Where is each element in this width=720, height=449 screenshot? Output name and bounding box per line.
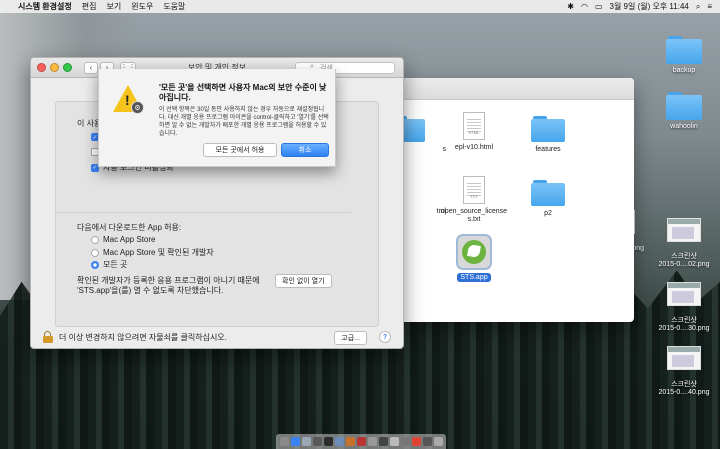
sheet-message: 이 선택 항목은 30일 동안 사용하지 않는 경우 자동으로 재설정됩니다. … (159, 107, 329, 137)
dock-app-icon[interactable] (433, 437, 443, 446)
wifi-icon[interactable]: ◠ (581, 2, 588, 11)
radio-button[interactable] (91, 248, 99, 257)
spotlight-icon[interactable]: ⌕ (696, 2, 700, 12)
dock-app-icon[interactable] (422, 437, 432, 446)
minimize-button[interactable] (50, 63, 59, 72)
battery-icon[interactable]: ▭ (595, 2, 603, 11)
dock-app-icon[interactable] (378, 437, 388, 446)
dock (276, 434, 446, 449)
close-button[interactable] (37, 63, 46, 72)
menu-app-name[interactable]: 시스템 환경설정 (18, 1, 72, 12)
text-document-icon: TXT (463, 176, 485, 204)
file-ext-label: HTML (468, 130, 480, 135)
help-button[interactable]: ? (379, 331, 391, 343)
dock-app-icon[interactable] (400, 437, 410, 446)
finder-toolbar (404, 78, 634, 100)
zoom-button[interactable] (63, 63, 72, 72)
dock-app-icon[interactable] (367, 437, 377, 446)
menu-edit[interactable]: 편집 (82, 1, 97, 12)
html-document-icon: HTML (463, 112, 485, 140)
dock-app-icon[interactable] (389, 437, 399, 446)
radio-button-selected[interactable] (91, 260, 99, 269)
radio-label: Mac App Store (103, 235, 156, 244)
chevron-left-icon: ‹ (89, 63, 93, 72)
menu-help[interactable]: 도움말 (163, 1, 185, 12)
finder-item-licenses[interactable]: TXT open_source_licenses.txt (434, 176, 514, 224)
cancel-button[interactable]: 취소 (281, 143, 329, 157)
prefs-footer: 더 이상 변경하지 않으려면 자물쇠를 클릭하십시오. 고급... ? (31, 326, 403, 348)
dock-app-icon[interactable] (312, 437, 322, 446)
bluetooth-icon[interactable]: ✱ (567, 2, 574, 11)
radio-anywhere[interactable]: 모든 곳 (91, 259, 127, 270)
desktop-screenshot-40[interactable]: 스크린샷 2015-0....40.png (648, 338, 720, 405)
desktop-icon-label: 스크린샷 2015-0....02.png (658, 253, 710, 268)
warning-icon: ! ⚙ (113, 85, 144, 114)
desktop-icon-label: 스크린샷 2015-0....30.png (658, 317, 710, 332)
image-thumbnail-icon (667, 282, 701, 306)
dock-app-icon[interactable] (345, 437, 355, 446)
desktop-folder-wahoolin[interactable]: wahoolin (648, 92, 720, 131)
folder-icon (531, 116, 565, 142)
open-anyway-button[interactable]: 확인 없이 열기 (275, 274, 332, 288)
dock-app-icon[interactable] (334, 437, 344, 446)
desktop-icon-label: backup (672, 67, 696, 74)
dock-app-icon[interactable] (290, 437, 300, 446)
finder-item-p2[interactable]: p2 (508, 180, 588, 218)
radio-mac-app-store[interactable]: Mac App Store (91, 235, 155, 244)
blocked-text-line2: 'STS.app'을(를) 열 수 없도록 차단했습니다. (77, 286, 224, 295)
finder-window[interactable]: s HTML epl-v10.html features tml TXT ope… (404, 78, 634, 322)
dock-app-icon[interactable] (301, 437, 311, 446)
menu-view[interactable]: 보기 (106, 1, 121, 12)
radio-identified-developers[interactable]: Mac App Store 및 확인된 개발자 (91, 247, 214, 258)
file-label: open_source_licenses.txt (440, 208, 508, 223)
desktop-folder-backup[interactable]: backup (648, 36, 720, 75)
gear-badge-icon: ⚙ (131, 101, 144, 114)
radio-label: 모든 곳 (103, 260, 128, 269)
lock-icon[interactable] (43, 331, 53, 343)
desktop-screenshot-30[interactable]: 스크린샷 2015-0....30.png (648, 274, 720, 341)
desktop-icon-label: wahoolin (670, 123, 698, 130)
notification-icon[interactable]: ≡ (707, 2, 712, 11)
menu-status-area: ✱ ◠ ▭ 3월 9일 (월) 오후 11:44 ⌕ ≡ (567, 1, 720, 12)
dock-app-icon[interactable] (356, 437, 366, 446)
back-button[interactable]: ‹ (84, 61, 98, 74)
radio-label: Mac App Store 및 확인된 개발자 (103, 248, 214, 257)
file-label: STS.app (457, 273, 491, 282)
folder-icon (666, 36, 702, 64)
image-thumbnail-icon (667, 346, 701, 370)
advanced-button[interactable]: 고급... (334, 331, 367, 345)
lock-text: 더 이상 변경하지 않으려면 자물쇠를 클릭하십시오. (59, 332, 227, 342)
desktop-screenshot-02[interactable]: 스크린샷 2015-0....02.png (648, 210, 720, 277)
image-thumbnail-icon (667, 218, 701, 242)
finder-item-epl[interactable]: HTML epl-v10.html (434, 112, 514, 152)
folder-icon (404, 116, 425, 142)
finder-item-features[interactable]: features (508, 116, 588, 154)
file-ext-label: TXT (470, 194, 478, 199)
file-label: p2 (544, 210, 552, 217)
download-label-text: 다음에서 다운로드한 App 허용: (77, 223, 182, 232)
file-label: features (535, 146, 561, 153)
blocked-text-line1: 확인된 개발자가 등록한 응용 프로그램이 아니기 때문에 (77, 276, 260, 285)
folder-icon (666, 92, 702, 120)
dock-app-icon[interactable] (279, 437, 289, 446)
folder-icon (531, 180, 565, 206)
radio-button[interactable] (91, 235, 99, 244)
download-label: 다음에서 다운로드한 App 허용: (77, 222, 181, 233)
dock-app-icon[interactable] (411, 437, 421, 446)
dock-app-icon[interactable] (323, 437, 333, 446)
menu-window[interactable]: 윈도우 (131, 1, 153, 12)
file-label: epl-v10.html (454, 144, 494, 151)
allow-from-anywhere-button[interactable]: 모든 곳에서 허용 (203, 143, 277, 157)
divider (55, 212, 351, 213)
menu-clock[interactable]: 3월 9일 (월) 오후 11:44 (610, 1, 689, 12)
desktop-icon-label: 스크린샷 2015-0....40.png (658, 381, 710, 396)
spring-leaf-app-icon (456, 234, 492, 270)
blocked-app-text: 확인된 개발자가 등록한 응용 프로그램이 아니기 때문에 'STS.app'을… (77, 276, 260, 296)
finder-item-sts-app[interactable]: STS.app (434, 234, 514, 282)
security-warning-sheet[interactable]: ! ⚙ '모든 곳'을 선택하면 사용자 Mac의 보안 수준이 낮아집니다. … (98, 69, 336, 167)
menu-bar: 시스템 환경설정 편집 보기 윈도우 도움말 ✱ ◠ ▭ 3월 9일 (월) 오… (0, 0, 720, 13)
sheet-heading: '모든 곳'을 선택하면 사용자 Mac의 보안 수준이 낮아집니다. (159, 83, 327, 102)
